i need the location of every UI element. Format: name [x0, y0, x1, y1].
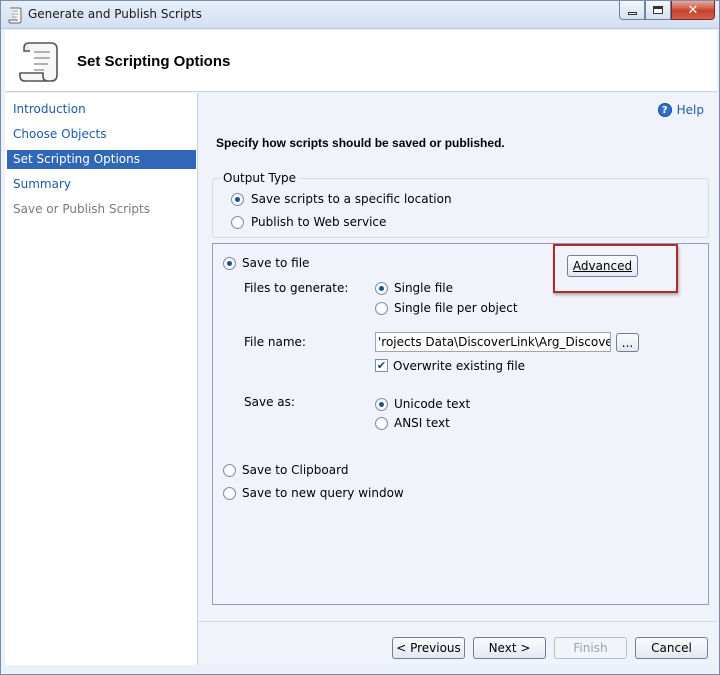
save-to-file-radio[interactable]	[223, 257, 236, 270]
wizard-window: Generate and Publish Scripts ✕ Set Scrip…	[0, 0, 720, 675]
save-to-file-label[interactable]: Save to file	[242, 256, 309, 270]
browse-button[interactable]: ...	[616, 333, 639, 352]
overwrite-checkbox[interactable]: ✔	[375, 359, 388, 372]
file-name-input[interactable]: 'rojects Data\DiscoverLink\Arg_DiscoverL…	[375, 332, 611, 352]
files-to-generate-label: Files to generate:	[244, 281, 349, 295]
wizard-header: Set Scripting Options	[5, 30, 717, 92]
ansi-text-radio[interactable]	[375, 417, 388, 430]
scroll-icon	[19, 42, 58, 82]
next-button[interactable]: Next >	[473, 637, 546, 659]
help-link[interactable]: ? Help	[657, 103, 704, 117]
close-icon: ✕	[687, 2, 699, 18]
window-title: Generate and Publish Scripts	[28, 7, 202, 21]
output-type-group	[212, 178, 709, 238]
save-as-label: Save as:	[244, 395, 295, 409]
title-bar: Generate and Publish Scripts ✕	[1, 1, 719, 29]
output-type-legend: Output Type	[220, 171, 300, 185]
help-label: Help	[676, 103, 704, 117]
save-to-query-window-radio[interactable]	[223, 487, 236, 500]
help-icon: ?	[657, 103, 672, 117]
nav-item-set-scripting-options[interactable]: Set Scripting Options	[7, 150, 196, 169]
close-button[interactable]: ✕	[671, 1, 715, 20]
publish-web-service-label[interactable]: Publish to Web service	[251, 215, 386, 229]
save-to-clipboard-radio[interactable]	[223, 464, 236, 477]
unicode-text-radio[interactable]	[375, 398, 388, 411]
nav-item-save-or-publish: Save or Publish Scripts	[13, 202, 151, 216]
ansi-text-label[interactable]: ANSI text	[394, 416, 450, 430]
single-file-radio[interactable]	[375, 282, 388, 295]
footer-divider	[199, 621, 717, 622]
unicode-text-label[interactable]: Unicode text	[394, 397, 470, 411]
single-file-label[interactable]: Single file	[394, 281, 453, 295]
page-title: Set Scripting Options	[77, 53, 231, 70]
nav-item-summary[interactable]: Summary	[7, 175, 196, 194]
overwrite-label[interactable]: Overwrite existing file	[393, 359, 525, 373]
cancel-button[interactable]: Cancel	[635, 637, 708, 659]
save-to-query-window-label[interactable]: Save to new query window	[242, 486, 404, 500]
main-panel: ? Help Specify how scripts should be sav…	[199, 93, 717, 665]
minimize-button[interactable]	[619, 1, 645, 20]
advanced-highlight-box	[553, 244, 678, 293]
previous-button[interactable]: < Previous	[392, 637, 465, 659]
single-file-per-object-label[interactable]: Single file per object	[394, 301, 518, 315]
finish-button: Finish	[554, 637, 627, 659]
save-options-panel	[212, 243, 709, 605]
save-to-location-radio[interactable]	[231, 193, 244, 206]
wizard-nav: Introduction Choose Objects Set Scriptin…	[5, 93, 198, 665]
save-to-location-label[interactable]: Save scripts to a specific location	[251, 192, 452, 206]
publish-web-service-radio[interactable]	[231, 216, 244, 229]
maximize-icon	[653, 6, 663, 14]
nav-item-introduction[interactable]: Introduction	[7, 100, 196, 119]
instruction-text: Specify how scripts should be saved or p…	[216, 136, 505, 150]
minimize-icon	[627, 11, 637, 15]
nav-item-choose-objects[interactable]: Choose Objects	[7, 125, 196, 144]
maximize-button[interactable]	[645, 1, 671, 20]
save-to-clipboard-label[interactable]: Save to Clipboard	[242, 463, 348, 477]
file-name-label: File name:	[244, 335, 306, 349]
single-file-per-object-radio[interactable]	[375, 302, 388, 315]
scroll-icon	[8, 7, 22, 24]
